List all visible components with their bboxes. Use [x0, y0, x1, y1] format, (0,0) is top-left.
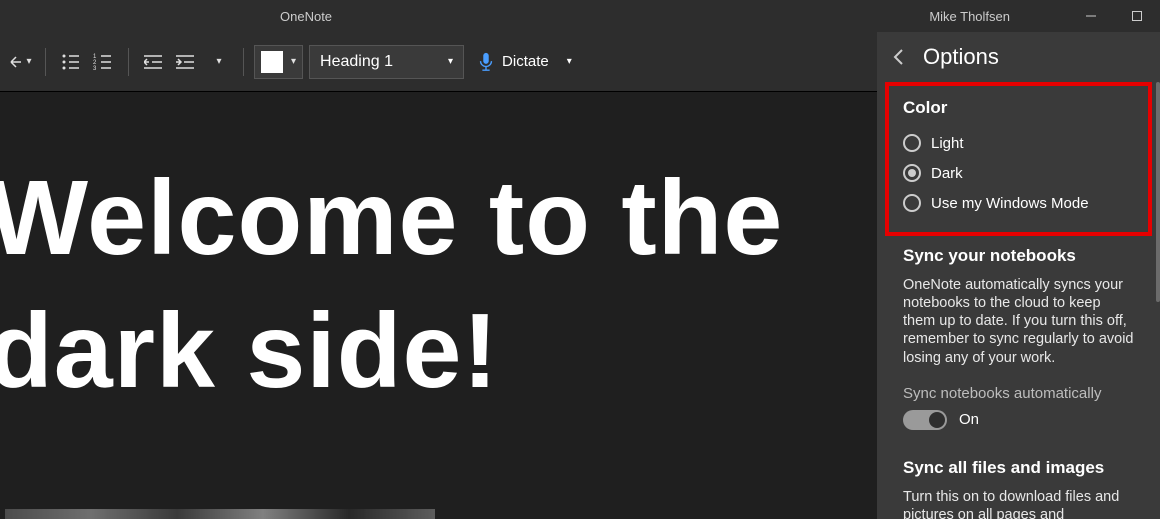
dictate-button[interactable]: Dictate ▾ — [470, 45, 580, 79]
paragraph-more-button[interactable]: ▾ — [203, 45, 233, 79]
microphone-icon — [478, 52, 494, 72]
page-heading-text[interactable]: Welcome to the dark side! — [0, 152, 877, 417]
options-header: Options — [877, 32, 1160, 82]
radio-label: Dark — [931, 165, 963, 182]
window-titlebar: OneNote Mike Tholfsen — [0, 0, 1160, 32]
radio-icon — [903, 194, 921, 212]
page-canvas[interactable]: Welcome to the dark side! — [0, 92, 877, 519]
sync-files-title: Sync all files and images — [903, 458, 1134, 478]
radio-icon-selected — [903, 164, 921, 182]
numbered-list-button[interactable]: 1 2 3 — [88, 45, 118, 79]
undo-split-button[interactable]: ▾ — [5, 45, 35, 79]
options-panel: Options Color Light Dark Use my Windows … — [877, 32, 1160, 519]
scrollbar-thumb[interactable] — [1156, 82, 1160, 302]
options-title: Options — [923, 44, 999, 70]
sync-files-section: Sync all files and images Turn this on t… — [903, 458, 1134, 519]
sync-title: Sync your notebooks — [903, 246, 1134, 266]
options-scrollbar[interactable] — [1154, 82, 1160, 512]
sync-toggle[interactable] — [903, 410, 947, 430]
embedded-image[interactable] — [5, 509, 435, 519]
style-select-value: Heading 1 — [320, 53, 393, 71]
radio-label: Light — [931, 135, 964, 152]
sync-toggle-label: Sync notebooks automatically — [903, 385, 1134, 402]
radio-dark[interactable]: Dark — [903, 158, 1134, 188]
sync-section: Sync your notebooks OneNote automaticall… — [903, 246, 1134, 430]
sync-desc: OneNote automatically syncs your noteboo… — [903, 276, 1134, 367]
color-swatch-white — [261, 51, 283, 73]
app-title: OneNote — [280, 9, 332, 24]
window-controls — [1068, 0, 1160, 32]
highlight-color-button[interactable]: ▾ — [254, 45, 303, 79]
svg-text:3: 3 — [93, 66, 97, 71]
radio-label: Use my Windows Mode — [931, 195, 1089, 212]
color-section-highlight: Color Light Dark Use my Windows Mode — [885, 82, 1152, 236]
indent-button[interactable] — [171, 45, 201, 79]
dictate-label: Dictate — [502, 53, 549, 70]
minimize-button[interactable] — [1068, 0, 1114, 32]
bullet-list-button[interactable] — [56, 45, 86, 79]
style-select[interactable]: Heading 1 ▾ — [309, 45, 464, 79]
outdent-button[interactable] — [139, 45, 169, 79]
radio-icon — [903, 134, 921, 152]
back-icon[interactable] — [889, 47, 909, 67]
sync-files-desc: Turn this on to download files and pictu… — [903, 488, 1134, 519]
color-section-title: Color — [903, 98, 1134, 118]
user-name[interactable]: Mike Tholfsen — [929, 9, 1010, 24]
maximize-button[interactable] — [1114, 0, 1160, 32]
sync-toggle-state: On — [959, 411, 979, 428]
radio-light[interactable]: Light — [903, 128, 1134, 158]
radio-windows-mode[interactable]: Use my Windows Mode — [903, 188, 1134, 218]
toggle-knob — [929, 412, 945, 428]
